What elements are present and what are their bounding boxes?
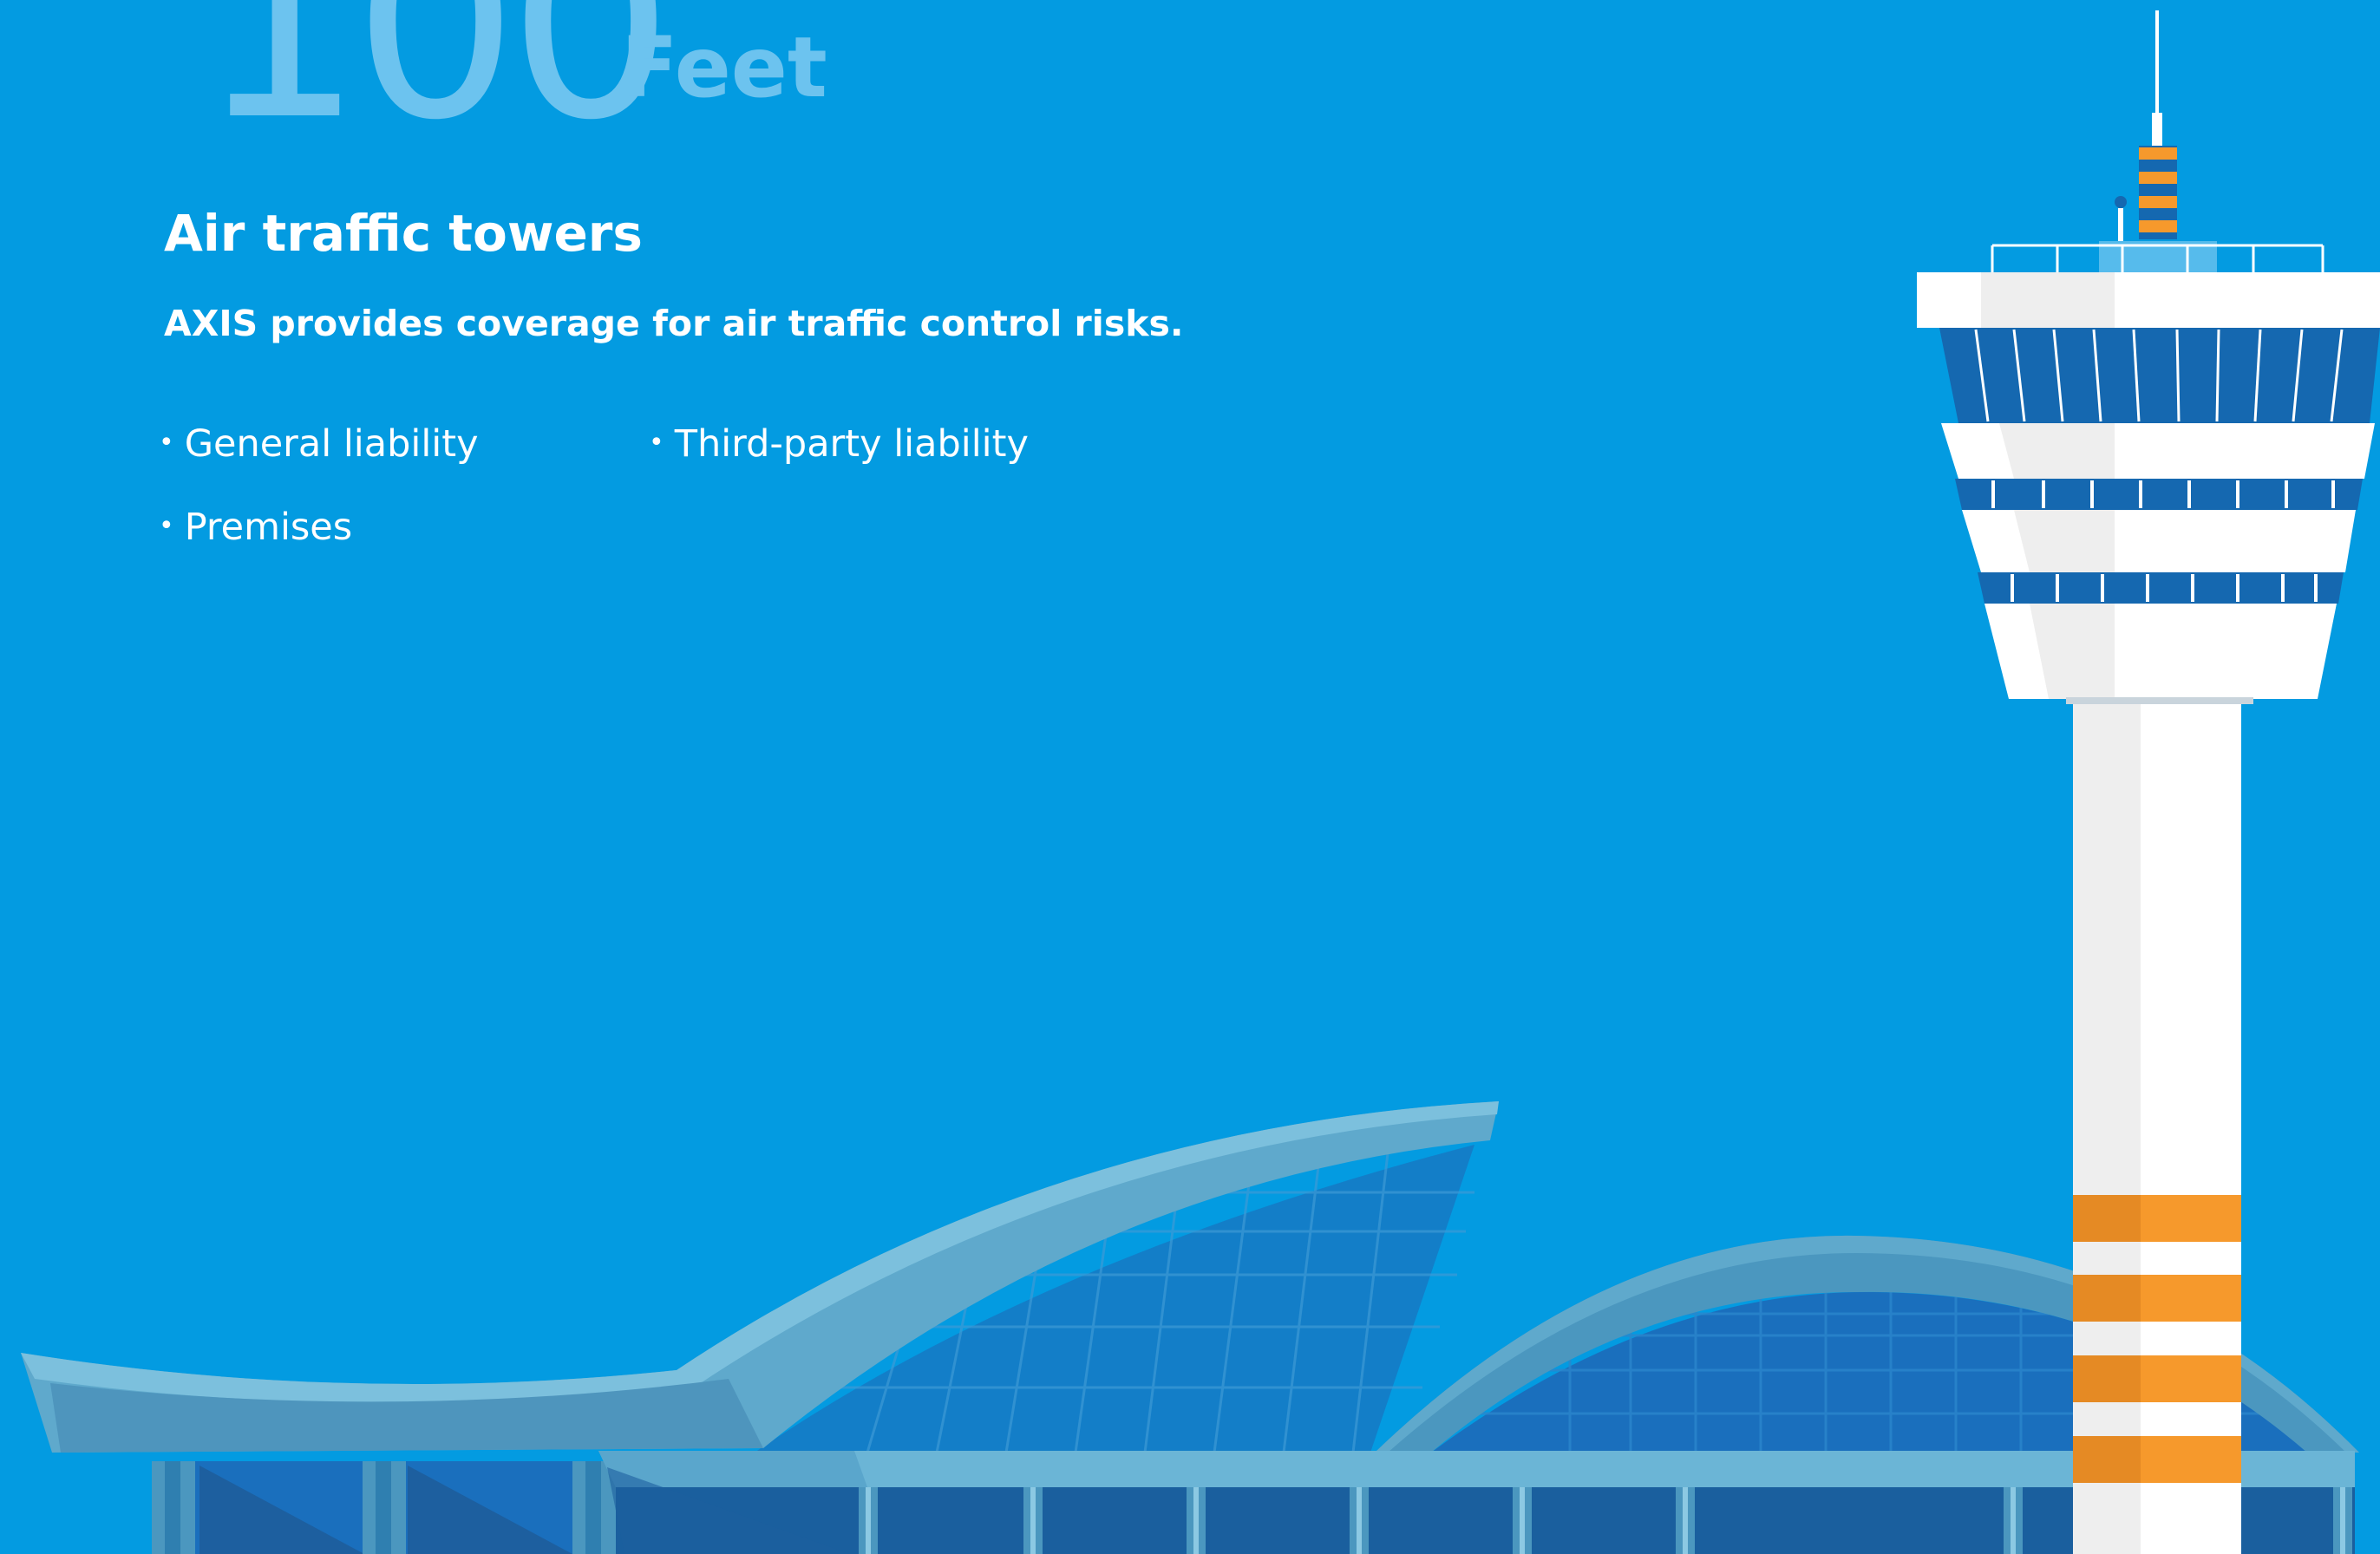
coverage-item-premises: • Premises [159, 509, 352, 546]
height-value: 100 [198, 0, 674, 177]
bullet-icon: • [159, 428, 174, 458]
coverage-item-third-party-liability: • Third-party liability [649, 426, 1029, 463]
bullet-icon: • [649, 428, 664, 458]
coverage-item-label: Premises [184, 506, 353, 549]
section-subtitle: AXIS provides coverage for air traffic c… [164, 303, 1184, 344]
coverage-item-general-liability: • General liability [159, 426, 479, 463]
height-unit: Feet [621, 19, 827, 116]
coverage-item-label: General liability [184, 422, 479, 466]
bullet-icon: • [159, 511, 174, 541]
coverage-item-label: Third-party liability [674, 422, 1029, 466]
section-title: Air traffic towers [164, 204, 643, 263]
page: 100 Feet Air traffic towers AXIS provide… [0, 0, 2380, 1554]
